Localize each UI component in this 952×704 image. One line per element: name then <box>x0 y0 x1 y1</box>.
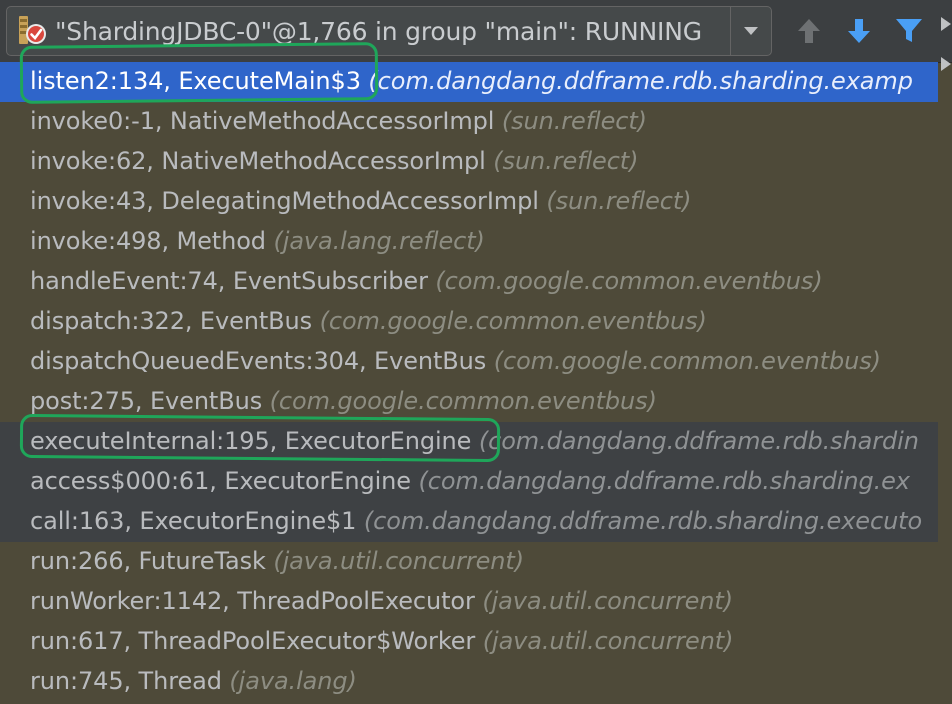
stack-frame-row[interactable]: run:266, FutureTask (java.util.concurren… <box>0 542 938 582</box>
frame-package: (java.lang) <box>229 667 357 695</box>
stack-frames-list: listen2:134, ExecuteMain$3 (com.dangdang… <box>0 62 938 704</box>
frame-package: (com.dangdang.ddframe.rdb.sharding.examp <box>368 67 913 95</box>
frame-package: (com.dangdang.ddframe.rdb.sharding.ex <box>418 467 910 495</box>
stack-frame-row[interactable]: handleEvent:74, EventSubscriber (com.goo… <box>0 262 938 302</box>
stack-frame-row[interactable]: invoke:62, NativeMethodAccessorImpl (sun… <box>0 142 938 182</box>
stack-frame-row[interactable]: listen2:134, ExecuteMain$3 (com.dangdang… <box>0 62 938 102</box>
frame-method: run:745, Thread <box>30 667 222 695</box>
arrow-down-icon[interactable] <box>842 14 876 48</box>
frame-package: (sun.reflect) <box>493 147 639 175</box>
frame-package: (java.lang.reflect) <box>273 227 485 255</box>
stack-frame-row[interactable]: access$000:61, ExecutorEngine (com.dangd… <box>0 462 938 502</box>
frame-method: dispatch:322, EventBus <box>30 307 313 335</box>
stack-frame-row[interactable]: dispatch:322, EventBus (com.google.commo… <box>0 302 938 342</box>
frame-method: executeInternal:195, ExecutorEngine <box>30 427 472 455</box>
frame-method: invoke:62, NativeMethodAccessorImpl <box>30 147 486 175</box>
frame-package: (com.google.common.eventbus) <box>319 307 707 335</box>
stack-frame-row[interactable]: invoke:498, Method (java.lang.reflect) <box>0 222 938 262</box>
stack-frame-row[interactable]: run:617, ThreadPoolExecutor$Worker (java… <box>0 622 938 662</box>
scroll-right-icon[interactable] <box>940 16 952 36</box>
frame-method: handleEvent:74, EventSubscriber <box>30 267 428 295</box>
frame-package: (com.google.common.eventbus) <box>269 387 657 415</box>
frame-method: run:617, ThreadPoolExecutor$Worker <box>30 627 476 655</box>
frame-package: (sun.reflect) <box>546 187 692 215</box>
thread-selector-dropdown[interactable]: "ShardingJDBC-0"@1,766 in group "main": … <box>6 6 772 56</box>
thread-suspended-icon <box>17 14 47 48</box>
stack-frame-row[interactable]: invoke0:-1, NativeMethodAccessorImpl (su… <box>0 102 938 142</box>
stack-frame-row[interactable]: executeInternal:195, ExecutorEngine (com… <box>0 422 938 462</box>
filter-icon[interactable] <box>892 14 926 48</box>
frame-method: call:163, ExecutorEngine$1 <box>30 507 357 535</box>
stack-frame-row[interactable]: dispatchQueuedEvents:304, EventBus (com.… <box>0 342 938 382</box>
frame-method: run:266, FutureTask <box>30 547 266 575</box>
frame-method: dispatchQueuedEvents:304, EventBus <box>30 347 487 375</box>
frame-package: (java.util.concurrent) <box>482 627 734 655</box>
stack-frame-row[interactable]: invoke:43, DelegatingMethodAccessorImpl … <box>0 182 938 222</box>
frame-package: (com.google.common.eventbus) <box>493 347 881 375</box>
arrow-up-icon[interactable] <box>792 14 826 48</box>
frame-method: runWorker:1142, ThreadPoolExecutor <box>30 587 475 615</box>
stack-frame-row[interactable]: call:163, ExecutorEngine$1 (com.dangdang… <box>0 502 938 542</box>
frame-package: (java.util.concurrent) <box>482 587 733 615</box>
frame-package: (sun.reflect) <box>501 107 647 135</box>
stack-frame-row[interactable]: run:745, Thread (java.lang) <box>0 662 938 702</box>
scroll-right-icon[interactable] <box>940 56 952 76</box>
frame-method: listen2:134, ExecuteMain$3 <box>30 67 361 95</box>
stack-frame-row[interactable]: post:275, EventBus (com.google.common.ev… <box>0 382 938 422</box>
stack-frame-row[interactable]: runWorker:1142, ThreadPoolExecutor (java… <box>0 582 938 622</box>
frame-method: invoke:498, Method <box>30 227 266 255</box>
frame-package: (java.util.concurrent) <box>273 547 524 575</box>
chevron-down-icon[interactable] <box>730 7 771 55</box>
frame-method: invoke0:-1, NativeMethodAccessorImpl <box>30 107 495 135</box>
frame-package: (com.dangdang.ddframe.rdb.shardin <box>478 427 919 455</box>
frame-package: (com.dangdang.ddframe.rdb.sharding.execu… <box>363 507 923 535</box>
frame-method: access$000:61, ExecutorEngine <box>30 467 411 495</box>
frame-method: post:275, EventBus <box>30 387 263 415</box>
frame-package: (com.google.common.eventbus) <box>435 267 823 295</box>
frame-method: invoke:43, DelegatingMethodAccessorImpl <box>30 187 539 215</box>
thread-selector-label: "ShardingJDBC-0"@1,766 in group "main": … <box>55 16 702 46</box>
frames-toolbar: "ShardingJDBC-0"@1,766 in group "main": … <box>0 0 952 63</box>
debugger-frames-panel: "ShardingJDBC-0"@1,766 in group "main": … <box>0 0 952 704</box>
